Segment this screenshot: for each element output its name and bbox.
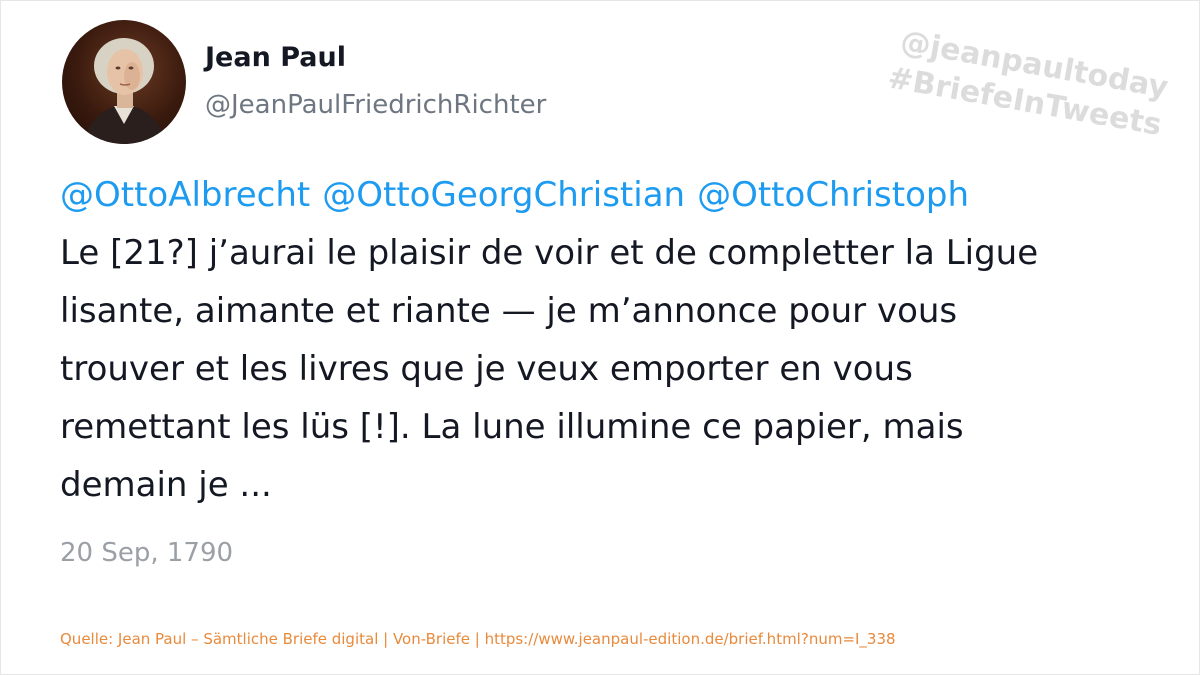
mention-link[interactable]: @OttoAlbrecht [60, 175, 310, 215]
tweet-text-line: lisante, aimante et riante — je m’annonc… [60, 291, 958, 331]
portrait-avatar[interactable] [62, 20, 186, 144]
tweet-date: 20 Sep, 1790 [60, 538, 234, 568]
tweet-body: @OttoAlbrecht @OttoGeorgChristian @OttoChr… [60, 166, 1170, 514]
mentions: @OttoAlbrecht @OttoGeorgChristian @OttoChr… [60, 166, 1170, 224]
tweet-text-line: remettant les lüs [!]. La lune illumine … [60, 407, 964, 447]
author-name[interactable]: Jean Paul [205, 42, 346, 73]
tweet-text-line: trouver et les livres que je veux emport… [60, 349, 913, 389]
source-citation: Quelle: Jean Paul – Sämtliche Briefe dig… [60, 630, 896, 648]
mention-link[interactable]: @OttoGeorgChristian [322, 175, 685, 215]
mention-link[interactable]: @OttoChristoph [697, 175, 969, 215]
tweet-text-line: demain je ... [60, 465, 272, 505]
author-handle[interactable]: @JeanPaulFriedrichRichter [205, 90, 546, 120]
tweet-text-line: Le [21?] j’aurai le plaisir de voir et d… [60, 233, 1039, 273]
portrait-icon [82, 38, 168, 144]
